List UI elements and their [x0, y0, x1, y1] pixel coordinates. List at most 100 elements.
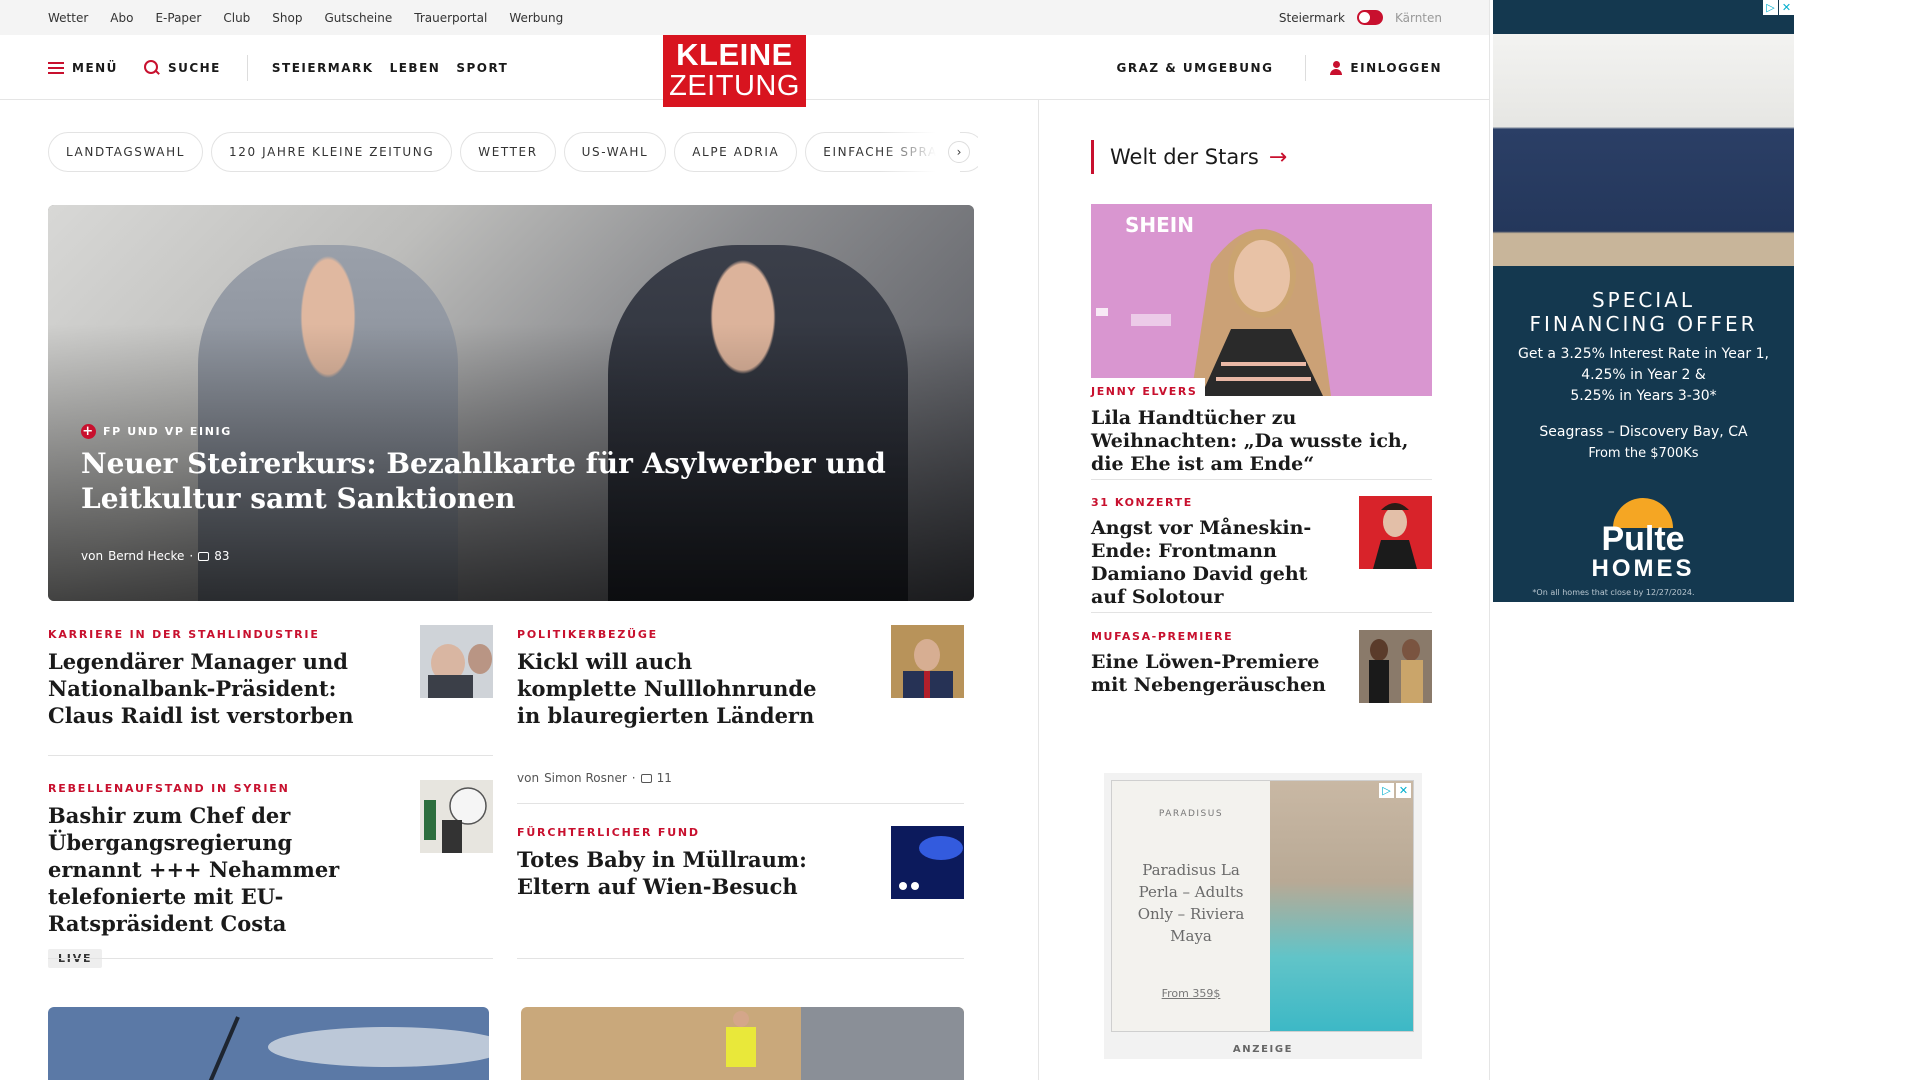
util-link-club[interactable]: Club: [223, 11, 250, 25]
byline-author[interactable]: Bernd Hecke: [108, 549, 184, 563]
article-baby[interactable]: FÜRCHTERLICHER FUND Totes Baby in Müllra…: [517, 826, 817, 900]
teaser-image: [48, 1007, 489, 1080]
adchoices-icon[interactable]: ▷: [1763, 0, 1778, 15]
sidebar-section-title[interactable]: Welt der Stars →: [1091, 140, 1287, 174]
comment-icon: [198, 551, 210, 561]
banner-headline-1: SPECIAL: [1591, 288, 1696, 312]
topic-tags: LANDTAGSWAHL 120 JAHRE KLEINE ZEITUNG WE…: [48, 132, 978, 172]
tag-120-jahre[interactable]: 120 JAHRE KLEINE ZEITUNG: [211, 132, 453, 172]
byline-author[interactable]: Simon Rosner: [544, 771, 627, 785]
byline-prefix: von: [517, 771, 540, 785]
search-button[interactable]: SUCHE: [143, 59, 221, 76]
search-icon: [143, 59, 160, 76]
hero-kicker: + FP UND VP EINIG: [81, 424, 232, 439]
divider: [517, 958, 964, 959]
util-link-werbung[interactable]: Werbung: [509, 11, 563, 25]
util-link-trauerportal[interactable]: Trauerportal: [414, 11, 487, 25]
ad-text-panel: PARADISUS Paradisus La Perla – Adults On…: [1112, 781, 1270, 1031]
ad-label: ANZEIGE: [1232, 1044, 1294, 1055]
article-thumbnail-raidl[interactable]: [420, 625, 493, 698]
hero-kicker-text: FP UND VP EINIG: [103, 425, 232, 438]
comment-count[interactable]: 11: [657, 771, 672, 785]
teaser-image-warehouse[interactable]: [521, 1007, 964, 1080]
sidebar-title[interactable]: Lila Handtücher zu Weihnachten: „Da wuss…: [1091, 407, 1432, 476]
thumbnail-image: [891, 826, 964, 899]
login-button[interactable]: EINLOGGEN: [1330, 60, 1442, 75]
column-divider: [1038, 100, 1039, 1080]
article-kicker: POLITIKERBEZÜGE: [517, 628, 658, 641]
ad-price[interactable]: From 359$: [1112, 987, 1270, 1000]
sidebar-article-maneskin[interactable]: 31 KONZERTE Angst vor Måneskin-Ende: Fro…: [1091, 496, 1341, 609]
article-kickl[interactable]: POLITIKERBEZÜGE Kickl will auch komplett…: [517, 628, 817, 729]
site-logo[interactable]: KLEINE ZEITUNG: [663, 35, 806, 107]
byline-prefix: von: [81, 549, 104, 563]
sidebar-article-elvers[interactable]: JENNY ELVERS Lila Handtücher zu Weihnach…: [1091, 378, 1432, 476]
adchoices-icon[interactable]: ▷: [1379, 783, 1394, 798]
util-link-wetter[interactable]: Wetter: [48, 11, 88, 25]
ad-choices[interactable]: ▷ ✕: [1379, 783, 1411, 798]
feature-image: SHEIN: [1091, 204, 1432, 396]
util-link-gutscheine[interactable]: Gutscheine: [324, 11, 392, 25]
pulte-brand: Pulte: [1601, 520, 1684, 558]
nav-leben[interactable]: LEBEN: [390, 61, 441, 75]
sidebar-kicker: MUFASA-PREMIERE: [1091, 630, 1234, 643]
header-divider: [246, 54, 248, 81]
close-icon[interactable]: ✕: [1779, 0, 1794, 15]
article-byline: von Simon Rosner · 11: [517, 771, 672, 785]
article-thumbnail-baby[interactable]: [891, 826, 964, 899]
hero-teaser[interactable]: + FP UND VP EINIG Neuer Steirerkurs: Bez…: [48, 205, 974, 601]
tag-alpe-adria[interactable]: ALPE ADRIA: [674, 132, 798, 172]
banner-ad[interactable]: ▷ ✕ SPECIAL FINANCING OFFER Get a 3.25% …: [1493, 0, 1794, 602]
sidebar-thumbnail-maneskin[interactable]: [1359, 496, 1432, 569]
article-raidl[interactable]: KARRIERE IN DER STAHLINDUSTRIE Legendäre…: [48, 628, 388, 729]
sidebar-feature-image[interactable]: SHEIN: [1091, 204, 1432, 396]
nav-sport[interactable]: SPORT: [456, 61, 508, 75]
region-kaernten[interactable]: Kärnten: [1395, 11, 1442, 25]
sidebar-kicker: JENNY ELVERS: [1091, 385, 1198, 398]
article-title[interactable]: Legendärer Manager und Nationalbank-Präs…: [48, 648, 388, 729]
article-kicker: FÜRCHTERLICHER FUND: [517, 826, 700, 839]
tag-us-wahl[interactable]: US-WAHL: [563, 132, 667, 172]
util-link-shop[interactable]: Shop: [272, 11, 302, 25]
site: Wetter Abo E-Paper Club Shop Gutscheine …: [0, 0, 1490, 1080]
banner-headline-2: FINANCING OFFER: [1529, 312, 1758, 336]
sidebar-ad[interactable]: PARADISUS Paradisus La Perla – Adults On…: [1104, 773, 1422, 1059]
sidebar-title[interactable]: Eine Löwen-Premiere mit Nebengeräuschen: [1091, 651, 1341, 697]
comment-count[interactable]: 83: [214, 549, 229, 563]
region-steiermark[interactable]: Steiermark: [1279, 11, 1345, 25]
region-link[interactable]: GRAZ & UMGEBUNG: [1117, 61, 1274, 75]
tags-next-button[interactable]: ›: [948, 141, 970, 163]
tag-wetter[interactable]: WETTER: [460, 132, 556, 172]
image-overlay-text: SHEIN: [1125, 213, 1194, 237]
sidebar-article-mufasa[interactable]: MUFASA-PREMIERE Eine Löwen-Premiere mit …: [1091, 630, 1341, 697]
hero-title[interactable]: Neuer Steirerkurs: Bezahlkarte für Asylw…: [81, 446, 901, 516]
article-thumbnail-kickl[interactable]: [891, 625, 964, 698]
menu-button[interactable]: MENÜ: [48, 61, 118, 75]
tag-landtagswahl[interactable]: LANDTAGSWAHL: [48, 132, 204, 172]
close-icon[interactable]: ✕: [1396, 783, 1411, 798]
article-thumbnail-syria[interactable]: [420, 780, 493, 853]
sidebar-thumbnail-mufasa[interactable]: [1359, 630, 1432, 703]
banner-rates-1: Get a 3.25% Interest Rate in Year 1,: [1518, 346, 1769, 362]
pulte-logo[interactable]: Pulte HOMES: [1583, 488, 1703, 582]
article-title[interactable]: Kickl will auch komplette Nulllohnrunde …: [517, 648, 817, 729]
article-title[interactable]: Bashir zum Chef der Übergangsregierung e…: [48, 802, 368, 937]
logo-line2: ZEITUNG: [669, 70, 800, 102]
sidebar-kicker-wrap: JENNY ELVERS: [1091, 378, 1206, 401]
divider: [1091, 479, 1432, 480]
teaser-image-crane[interactable]: [48, 1007, 489, 1080]
article-syria-live[interactable]: REBELLENAUFSTAND IN SYRIEN Bashir zum Ch…: [48, 782, 368, 968]
util-link-abo[interactable]: Abo: [110, 11, 133, 25]
ad-creative[interactable]: PARADISUS Paradisus La Perla – Adults On…: [1111, 780, 1414, 1032]
banner-ad-choices[interactable]: ▷ ✕: [1763, 0, 1794, 15]
region-toggle[interactable]: [1356, 10, 1383, 25]
nav-steiermark[interactable]: STEIERMARK: [272, 61, 374, 75]
article-kicker: REBELLENAUFSTAND IN SYRIEN: [48, 782, 290, 795]
site-header: MENÜ SUCHE STEIERMARK LEBEN SPORT KLEINE…: [0, 35, 1489, 107]
util-link-epaper[interactable]: E-Paper: [155, 11, 201, 25]
article-title[interactable]: Totes Baby in Müllraum: Eltern auf Wien-…: [517, 846, 817, 900]
ad-headline: Paradisus La Perla – Adults Only – Rivie…: [1137, 861, 1245, 945]
sidebar-title[interactable]: Angst vor Måneskin-Ende: Frontmann Damia…: [1091, 517, 1341, 609]
utility-links: Wetter Abo E-Paper Club Shop Gutscheine …: [48, 0, 563, 35]
logo-line1: KLEINE: [676, 37, 793, 72]
